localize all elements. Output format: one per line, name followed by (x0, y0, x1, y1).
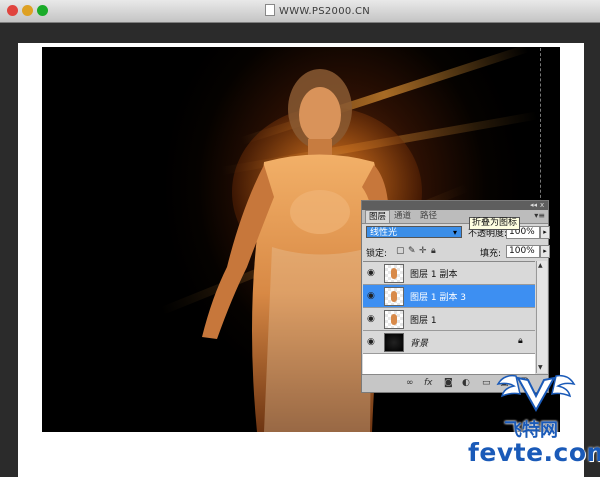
tab-paths[interactable]: 路径 (417, 210, 440, 222)
layer-thumbnail (384, 264, 404, 283)
eye-icon[interactable]: ◉ (367, 314, 375, 324)
tab-channels[interactable]: 通道 (391, 210, 414, 222)
document-title-text: WWW.PS2000.CN (279, 6, 371, 17)
document-title: WWW.PS2000.CN (265, 4, 370, 17)
layer-name: 背景 (410, 339, 429, 349)
zoom-window-button[interactable] (37, 5, 48, 16)
layer-thumbnail (384, 333, 404, 352)
eye-icon[interactable]: ◉ (367, 337, 375, 347)
link-layers-icon[interactable]: ∞ (406, 378, 414, 388)
tab-layers[interactable]: 图层 (365, 210, 391, 223)
layers-panel: ◂◂ x 图层 通道 路径 ▾≡ 折叠为图标 线性光 ▾ 不透明度: 100% … (361, 200, 550, 393)
opacity-slider-button[interactable]: ▸ (540, 226, 550, 239)
blend-mode-value: 线性光 (370, 228, 398, 238)
close-window-button[interactable] (7, 5, 18, 16)
lock-all-icon[interactable]: 🔒︎ (431, 246, 436, 256)
guide-line (540, 48, 541, 208)
layers-list: ◉ 图层 1 副本 ◉ 图层 1 副本 3 ◉ 图层 1 ◉ 背景 🔒︎ (363, 261, 535, 374)
lock-label: 锁定: (366, 249, 388, 259)
fill-label: 填充: (480, 249, 502, 259)
chevron-down-icon: ▾ (453, 228, 458, 237)
collapse-icon[interactable]: ◂◂ (530, 202, 537, 209)
layer-row[interactable]: ◉ 图层 1 (363, 308, 535, 331)
eye-icon[interactable]: ◉ (367, 268, 375, 278)
watermark-en-text: fevte.com (468, 438, 600, 467)
layer-row[interactable]: ◉ 图层 1 副本 (363, 262, 535, 285)
layer-thumbnail (384, 287, 404, 306)
fill-input[interactable]: 100% (506, 245, 540, 258)
logo-wings-icon (496, 374, 576, 413)
layer-thumbnail (384, 310, 404, 329)
lock-transparency-icon[interactable]: ▢ (396, 246, 405, 256)
add-mask-icon[interactable]: ◙ (444, 378, 453, 388)
layer-name: 图层 1 (410, 316, 437, 326)
layer-row-background[interactable]: ◉ 背景 🔒︎ (363, 331, 535, 354)
layer-name: 图层 1 副本 3 (410, 293, 467, 303)
eye-icon[interactable]: ◉ (367, 291, 375, 301)
close-panel-icon[interactable]: x (540, 202, 544, 209)
layer-name: 图层 1 副本 (410, 270, 458, 280)
lock-position-icon[interactable]: ✛ (419, 246, 427, 256)
layer-style-icon[interactable]: fx (424, 378, 433, 388)
minimize-window-button[interactable] (22, 5, 33, 16)
tooltip: 折叠为图标 (469, 217, 521, 230)
window-titlebar: WWW.PS2000.CN (0, 0, 600, 23)
layer-row-selected[interactable]: ◉ 图层 1 副本 3 (363, 285, 535, 308)
blend-mode-select[interactable]: 线性光 ▾ (366, 226, 462, 238)
lock-fill-row: 锁定: ▢ ✎ ✛ 🔒︎ 填充: 100% ▸ (366, 245, 550, 259)
lock-image-icon[interactable]: ✎ (408, 246, 416, 256)
panel-tabs: 图层 通道 路径 ▾≡ (362, 210, 548, 224)
document-icon (265, 4, 275, 16)
scroll-up-icon[interactable]: ▲ (538, 262, 543, 269)
fill-slider-button[interactable]: ▸ (540, 245, 550, 258)
panel-header[interactable]: ◂◂ x (362, 201, 548, 210)
layers-scrollbar[interactable]: ▲ ▼ (536, 261, 547, 373)
lock-icon: 🔒︎ (518, 336, 523, 346)
panel-menu-icon[interactable]: ▾≡ (534, 211, 545, 220)
watermark: 飞特网 fevte.com (468, 370, 600, 471)
